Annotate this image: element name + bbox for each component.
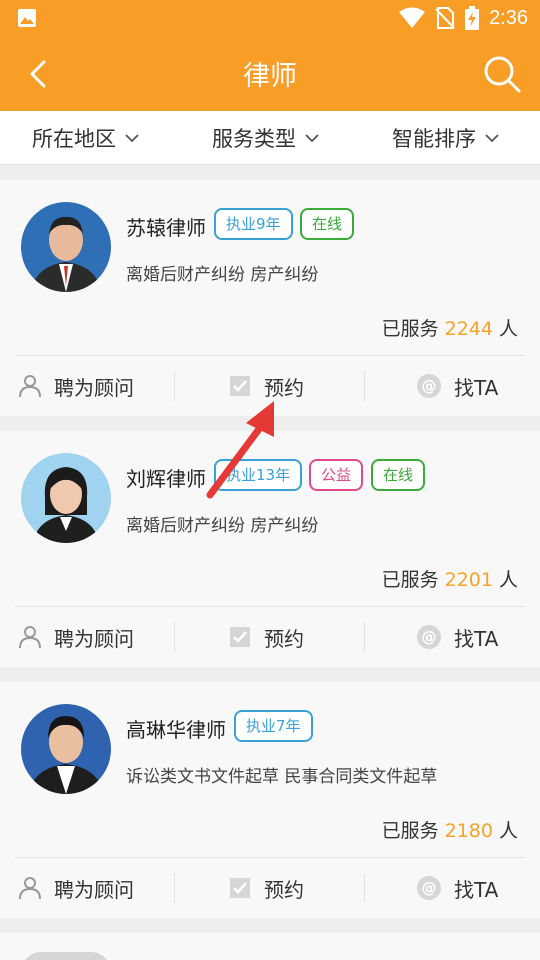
action-separator xyxy=(364,873,365,903)
filter-bar: 所在地区 服务类型 智能排序 xyxy=(0,111,540,165)
at-sign-icon: @ xyxy=(417,374,441,398)
served-number: 2180 xyxy=(444,820,493,842)
action-separator xyxy=(174,873,175,903)
lawyer-card[interactable]: 苏辕律师 执业9年 在线 离婚后财产纠纷 房产纠纷 已服务 2244 人 聘为顾问 … xyxy=(0,180,540,416)
find-ta-label: 找TA xyxy=(454,375,499,400)
find-ta-button[interactable]: @ 找TA xyxy=(416,356,498,416)
action-separator xyxy=(364,371,365,401)
wifi-icon xyxy=(399,7,426,28)
filter-region[interactable]: 所在地区 xyxy=(32,111,140,165)
hire-consultant-label: 聘为顾问 xyxy=(54,626,134,651)
action-separator xyxy=(174,622,175,652)
person-icon xyxy=(19,626,41,649)
action-separator xyxy=(174,371,175,401)
lawyer-specialties: 离婚后财产纠纷 房产纠纷 xyxy=(126,516,319,536)
image-notification-icon xyxy=(18,9,36,27)
served-number: 2201 xyxy=(444,569,493,591)
online-tag: 在线 xyxy=(300,208,355,240)
served-prefix: 已服务 xyxy=(381,820,439,842)
chevron-down-icon xyxy=(485,134,499,143)
appointment-button[interactable]: 预约 xyxy=(228,858,304,918)
served-suffix: 人 xyxy=(498,569,518,591)
lawyer-name: 刘辉律师 xyxy=(126,467,206,491)
person-icon xyxy=(19,375,41,398)
hire-consultant-label: 聘为顾问 xyxy=(54,877,134,902)
avatar xyxy=(21,453,111,543)
person-icon xyxy=(19,877,41,900)
served-suffix: 人 xyxy=(498,318,518,340)
appointment-button[interactable]: 预约 xyxy=(228,356,304,416)
avatar xyxy=(21,202,111,292)
served-prefix: 已服务 xyxy=(381,318,439,340)
lawyer-name: 苏辕律师 xyxy=(126,216,206,240)
filter-service-type[interactable]: 服务类型 xyxy=(212,111,320,165)
status-time: 2:36 xyxy=(489,6,528,29)
avatar xyxy=(21,704,111,794)
appointment-label: 预约 xyxy=(264,626,304,651)
filter-smart-sort[interactable]: 智能排序 xyxy=(392,111,500,165)
served-suffix: 人 xyxy=(498,820,518,842)
hire-consultant-button[interactable]: 聘为顾问 xyxy=(18,356,134,416)
experience-tag: 执业9年 xyxy=(214,208,293,240)
served-count: 已服务 2244 人 xyxy=(382,314,518,341)
at-sign-icon: @ xyxy=(417,625,441,649)
online-tag: 在线 xyxy=(371,459,426,491)
lawyer-card[interactable]: 高琳华律师 执业7年 诉讼类文书文件起草 民事合同类文件起草 已服务 2180 人 … xyxy=(0,682,540,918)
hire-consultant-label: 聘为顾问 xyxy=(54,375,134,400)
checkbox-icon xyxy=(230,376,250,396)
lawyer-card-partial[interactable] xyxy=(0,933,540,960)
lawyer-specialties: 离婚后财产纠纷 房产纠纷 xyxy=(126,265,319,285)
lawyer-name: 高琳华律师 xyxy=(126,718,226,742)
experience-tag: 执业7年 xyxy=(234,710,313,742)
checkbox-icon xyxy=(230,627,250,647)
find-ta-button[interactable]: @ 找TA xyxy=(416,607,498,667)
no-sim-icon xyxy=(435,7,455,29)
at-sign-icon: @ xyxy=(417,876,441,900)
lawyer-card[interactable]: 刘辉律师 执业13年 公益 在线 离婚后财产纠纷 房产纠纷 已服务 2201 人 聘… xyxy=(0,431,540,667)
card-actions: 聘为顾问 预约 @ 找TA xyxy=(0,858,540,918)
served-count: 已服务 2180 人 xyxy=(382,816,518,843)
lawyer-specialties: 诉讼类文书文件起草 民事合同类文件起草 xyxy=(126,767,438,787)
appointment-label: 预约 xyxy=(264,877,304,902)
chevron-down-icon xyxy=(125,134,139,143)
find-ta-label: 找TA xyxy=(454,877,499,902)
served-count: 已服务 2201 人 xyxy=(382,565,518,592)
experience-tag: 执业13年 xyxy=(214,459,303,491)
appointment-button[interactable]: 预约 xyxy=(228,607,304,667)
status-bar: 2:36 xyxy=(0,0,540,36)
served-prefix: 已服务 xyxy=(381,569,439,591)
battery-charging-icon xyxy=(465,6,480,30)
find-ta-button[interactable]: @ 找TA xyxy=(416,858,498,918)
card-actions: 聘为顾问 预约 @ 找TA xyxy=(0,607,540,667)
search-icon[interactable] xyxy=(482,54,522,94)
hire-consultant-button[interactable]: 聘为顾问 xyxy=(18,607,134,667)
app-bar: 律师 xyxy=(0,36,540,111)
action-separator xyxy=(364,622,365,652)
public-welfare-tag: 公益 xyxy=(309,459,364,491)
svg-text:@: @ xyxy=(422,377,437,395)
find-ta-label: 找TA xyxy=(454,626,499,651)
served-number: 2244 xyxy=(444,318,493,340)
page-title: 律师 xyxy=(243,61,297,92)
checkbox-icon xyxy=(230,878,250,898)
chevron-down-icon xyxy=(305,134,319,143)
appointment-label: 预约 xyxy=(264,375,304,400)
card-actions: 聘为顾问 预约 @ 找TA xyxy=(0,356,540,416)
filter-smart-sort-label: 智能排序 xyxy=(392,127,476,151)
svg-text:@: @ xyxy=(422,628,437,646)
hire-consultant-button[interactable]: 聘为顾问 xyxy=(18,858,134,918)
filter-region-label: 所在地区 xyxy=(32,127,116,151)
filter-service-type-label: 服务类型 xyxy=(212,127,296,151)
svg-text:@: @ xyxy=(422,879,437,897)
avatar xyxy=(21,952,111,960)
